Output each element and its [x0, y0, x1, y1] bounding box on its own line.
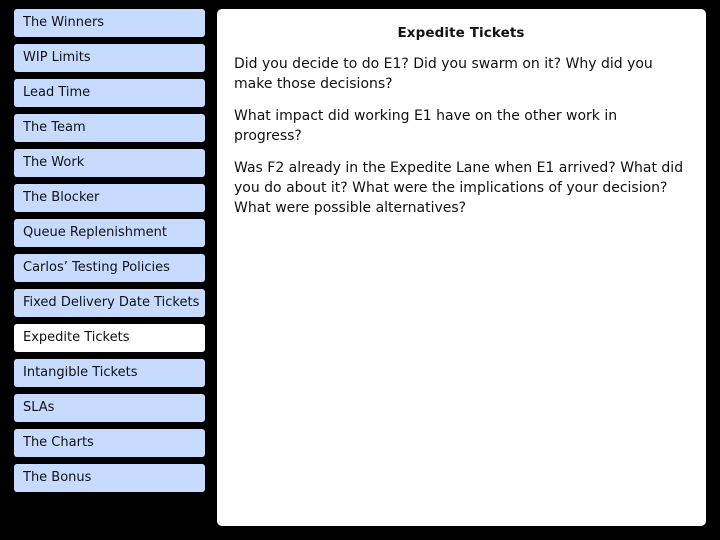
- question-text: Was F2 already in the Expedite Lane when…: [234, 160, 684, 216]
- nav-item-the-work[interactable]: The Work: [14, 149, 205, 177]
- question-text: What impact did working E1 have on the o…: [234, 108, 618, 144]
- question-text: Did you decide to do E1? Did you swarm o…: [234, 56, 653, 92]
- sidebar-nav: The Winners WIP Limits Lead Time The Tea…: [14, 9, 205, 499]
- nav-item-the-blocker[interactable]: The Blocker: [14, 184, 205, 212]
- nav-item-slas[interactable]: SLAs: [14, 394, 205, 422]
- nav-item-expedite-tickets[interactable]: Expedite Tickets: [14, 324, 205, 352]
- nav-item-lead-time[interactable]: Lead Time: [14, 79, 205, 107]
- nav-item-wip-limits[interactable]: WIP Limits: [14, 44, 205, 72]
- nav-item-the-bonus[interactable]: The Bonus: [14, 464, 205, 492]
- nav-item-the-team[interactable]: The Team: [14, 114, 205, 142]
- nav-item-queue-replenishment[interactable]: Queue Replenishment: [14, 219, 205, 247]
- nav-item-fixed-delivery-date-tickets[interactable]: Fixed Delivery Date Tickets: [14, 289, 205, 317]
- panel-title: Expedite Tickets: [397, 25, 525, 41]
- nav-item-intangible-tickets[interactable]: Intangible Tickets: [14, 359, 205, 387]
- nav-item-the-winners[interactable]: The Winners: [14, 9, 205, 37]
- nav-item-carlos-testing-policies[interactable]: Carlos’ Testing Policies: [14, 254, 205, 282]
- nav-item-the-charts[interactable]: The Charts: [14, 429, 205, 457]
- content-panel: Expedite Tickets Did you decide to do E1…: [217, 9, 706, 526]
